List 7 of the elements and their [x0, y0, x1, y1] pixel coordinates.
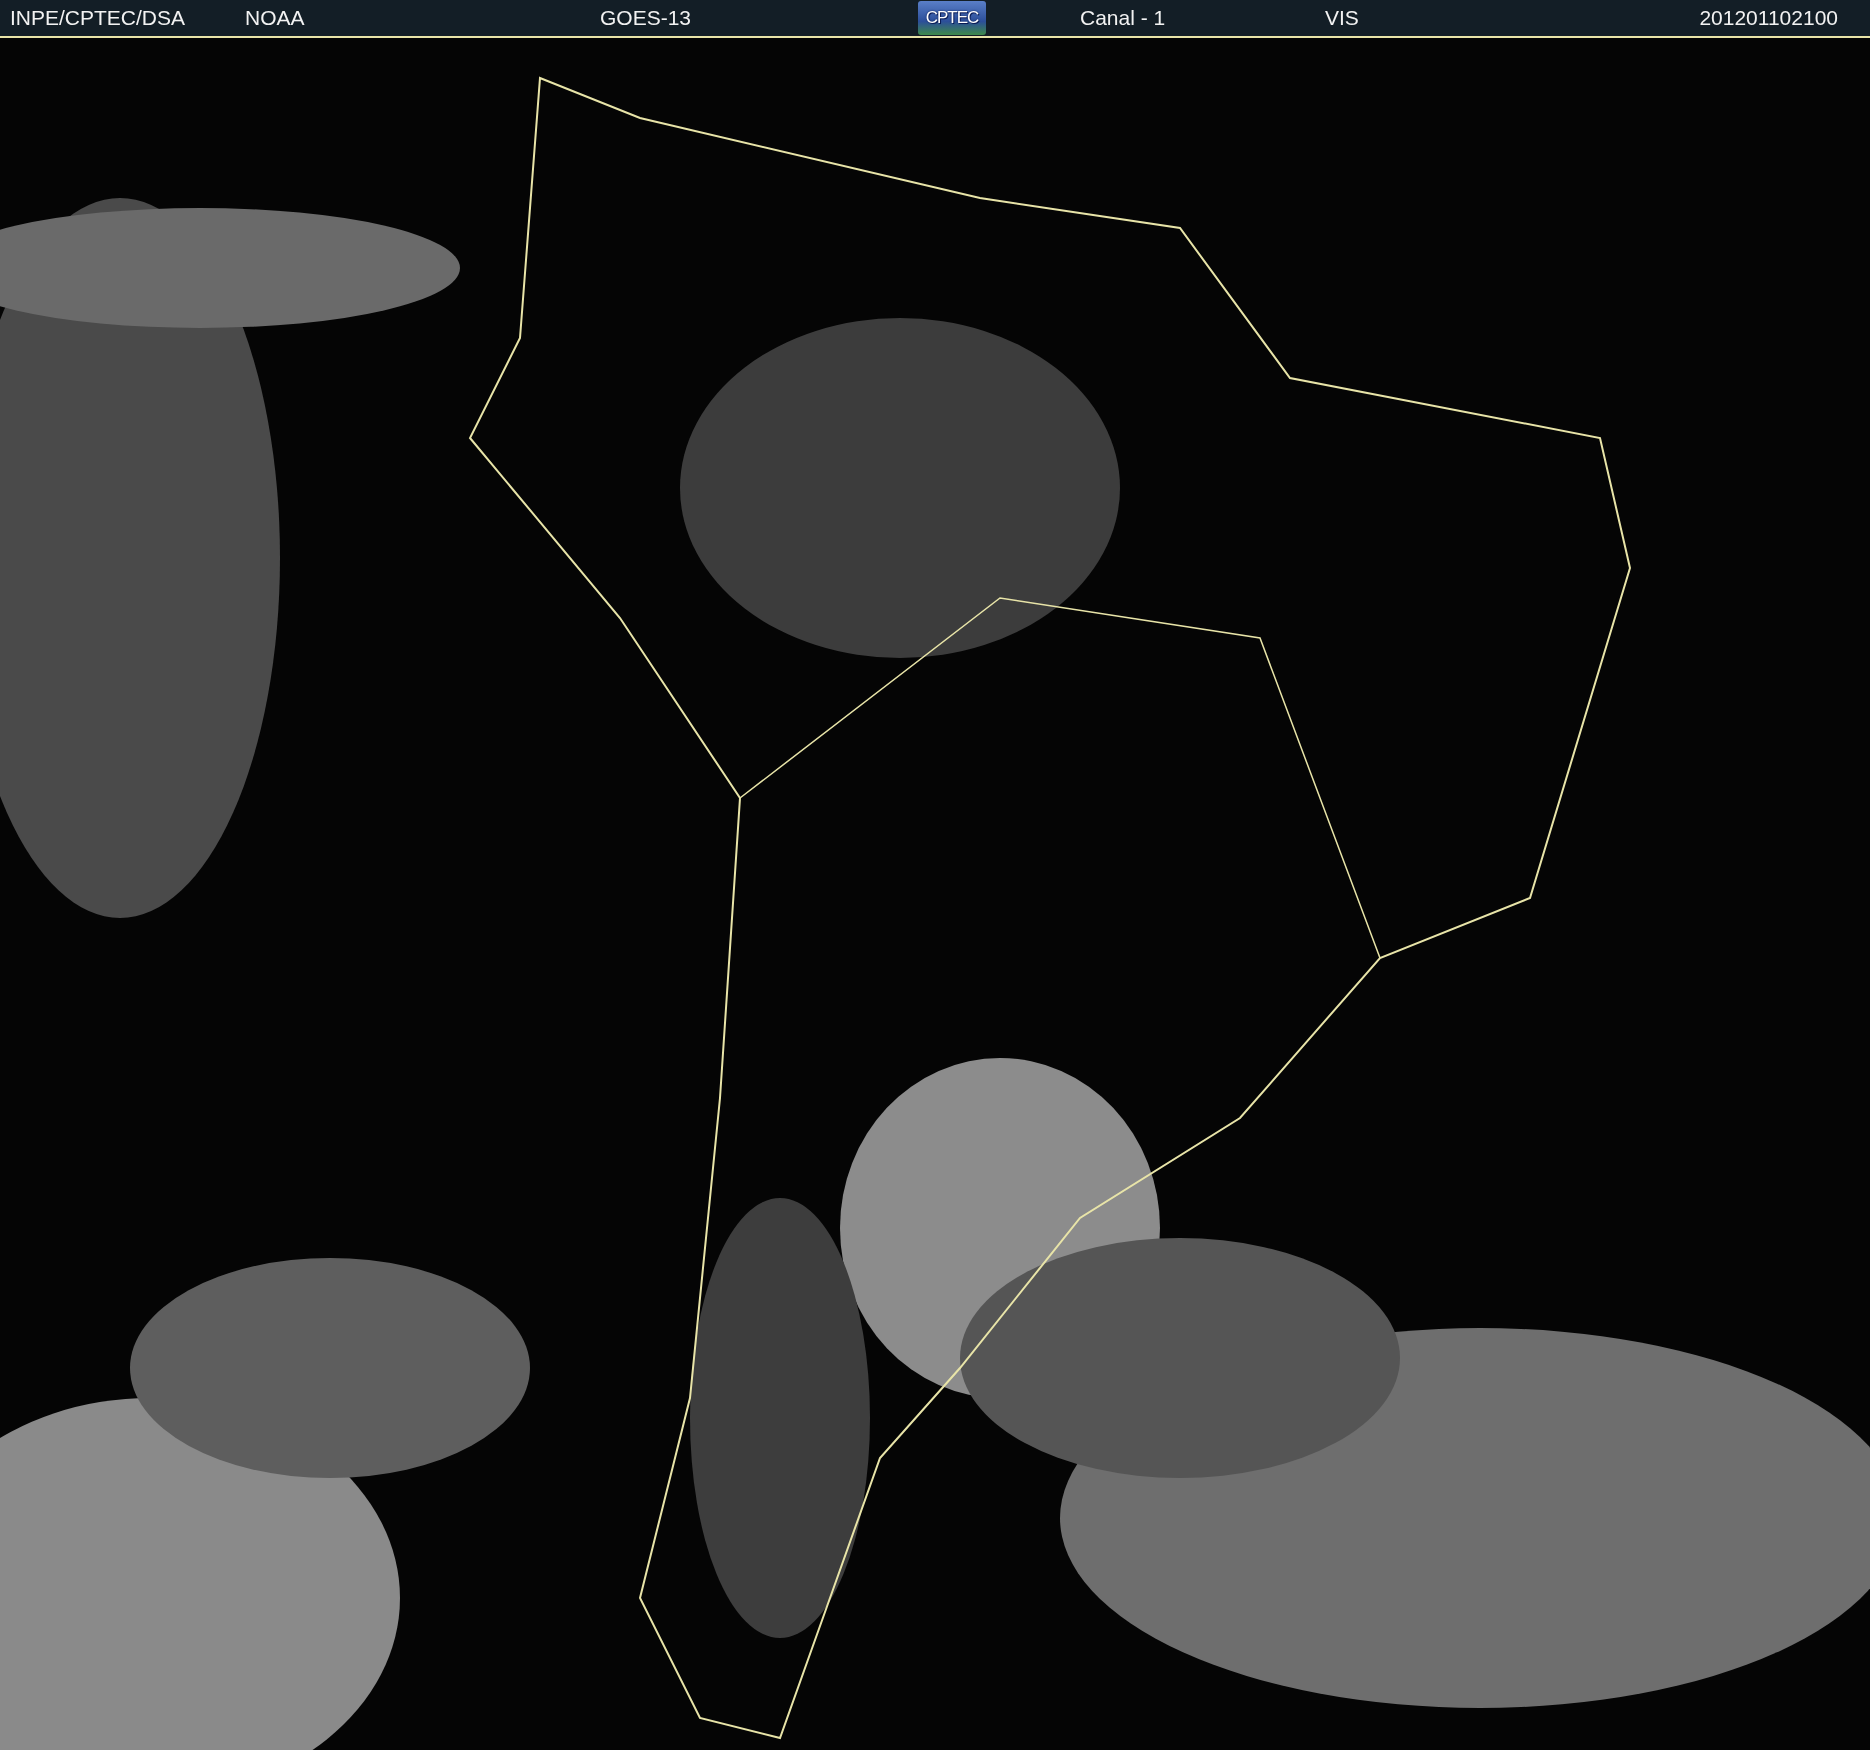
header-label: VIS: [1325, 6, 1359, 30]
header-label: INPE/CPTEC/DSA: [10, 6, 186, 30]
timestamp: 201201102100: [1699, 6, 1838, 30]
header-label: Canal - 1: [1080, 6, 1166, 30]
logo: CPTEC: [918, 1, 986, 35]
header-label: NOAA: [245, 6, 305, 30]
header-label: GOES-13: [600, 6, 692, 30]
